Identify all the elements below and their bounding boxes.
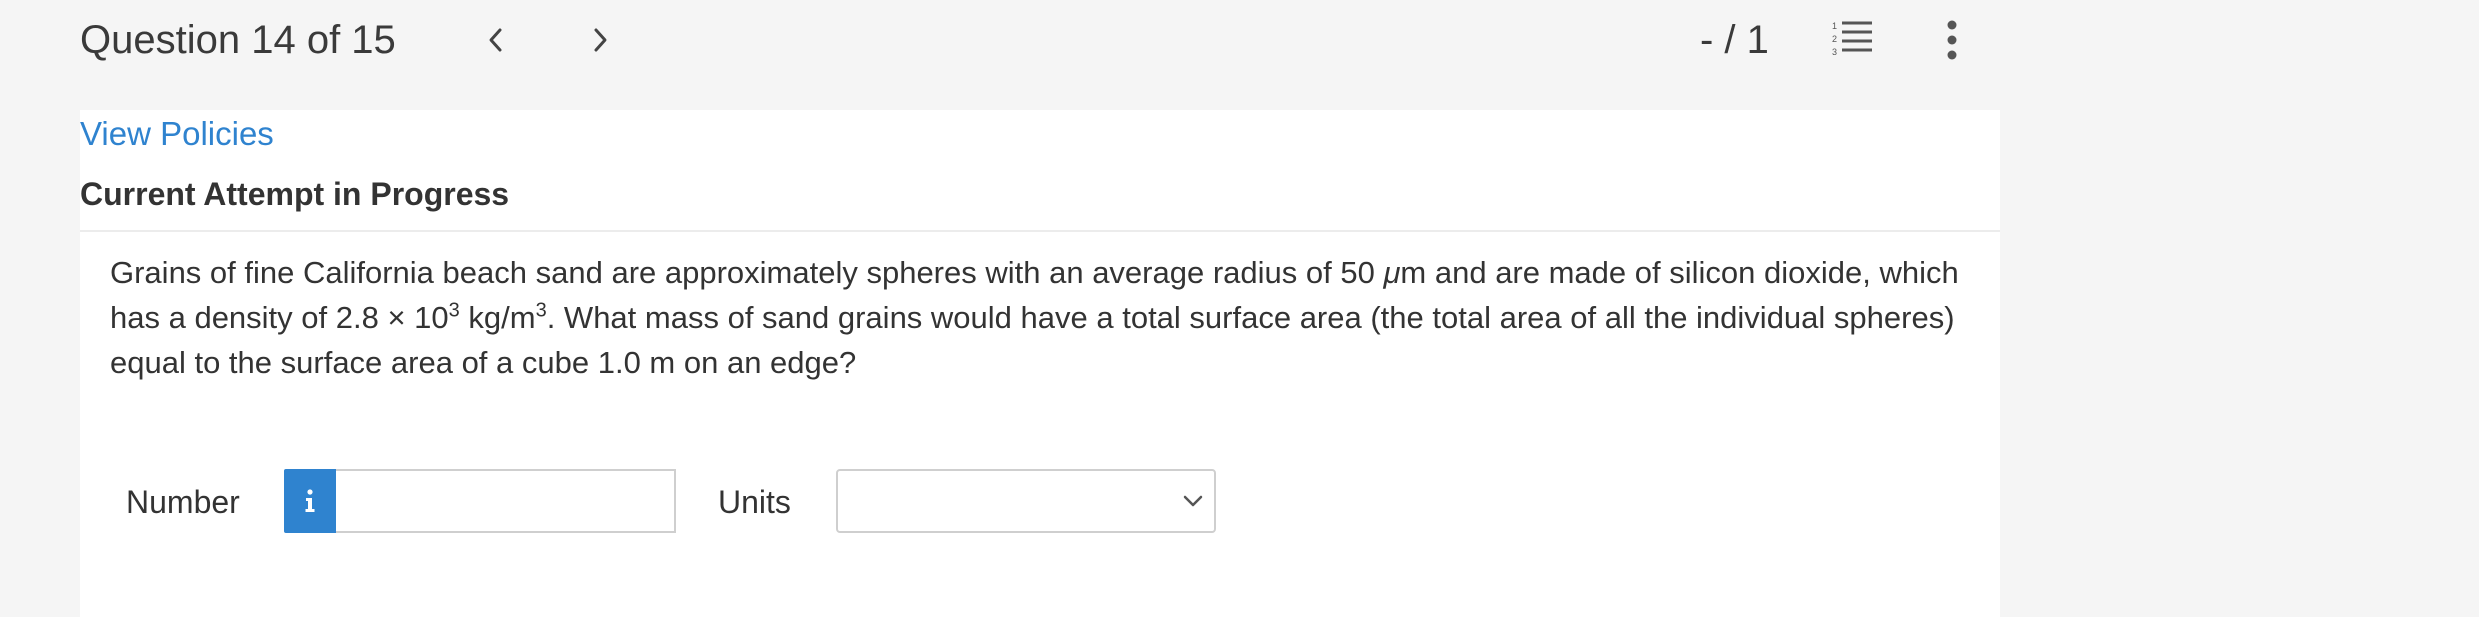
number-input[interactable] [336, 469, 676, 533]
chevron-down-icon [1183, 495, 1203, 507]
numbered-list-icon: 1 2 3 [1832, 21, 1872, 57]
more-options-button[interactable] [1934, 18, 1970, 64]
exponent: 3 [448, 299, 460, 322]
units-label: Units [718, 484, 791, 520]
next-question-button[interactable] [578, 18, 622, 62]
question-text: Grains of fine California beach sand are… [110, 250, 1990, 385]
units-select[interactable] [836, 469, 1216, 533]
question-text-part: kg/m [459, 300, 536, 335]
vertical-ellipsis-icon [1947, 20, 1957, 60]
question-header: Question 14 of 15 - / 1 1 2 3 [0, 0, 2479, 110]
chevron-right-icon [594, 28, 607, 52]
question-list-button[interactable]: 1 2 3 [1830, 18, 1876, 64]
view-policies-link[interactable]: View Policies [80, 112, 274, 156]
section-divider [80, 230, 2000, 232]
chevron-left-icon [489, 28, 502, 52]
svg-text:1: 1 [1832, 21, 1837, 31]
previous-question-button[interactable] [474, 18, 518, 62]
question-text-part: Grains of fine California beach sand are… [110, 255, 1384, 290]
score-display: - / 1 [1700, 18, 1769, 62]
svg-text:3: 3 [1832, 47, 1837, 57]
exponent: 3 [535, 299, 547, 322]
number-label: Number [126, 484, 240, 520]
mu-symbol: μ [1383, 255, 1401, 290]
info-icon [305, 489, 315, 512]
attempt-status-heading: Current Attempt in Progress [80, 176, 510, 212]
info-button[interactable] [284, 469, 336, 533]
question-counter: Question 14 of 15 [80, 18, 396, 62]
svg-text:2: 2 [1832, 34, 1837, 44]
